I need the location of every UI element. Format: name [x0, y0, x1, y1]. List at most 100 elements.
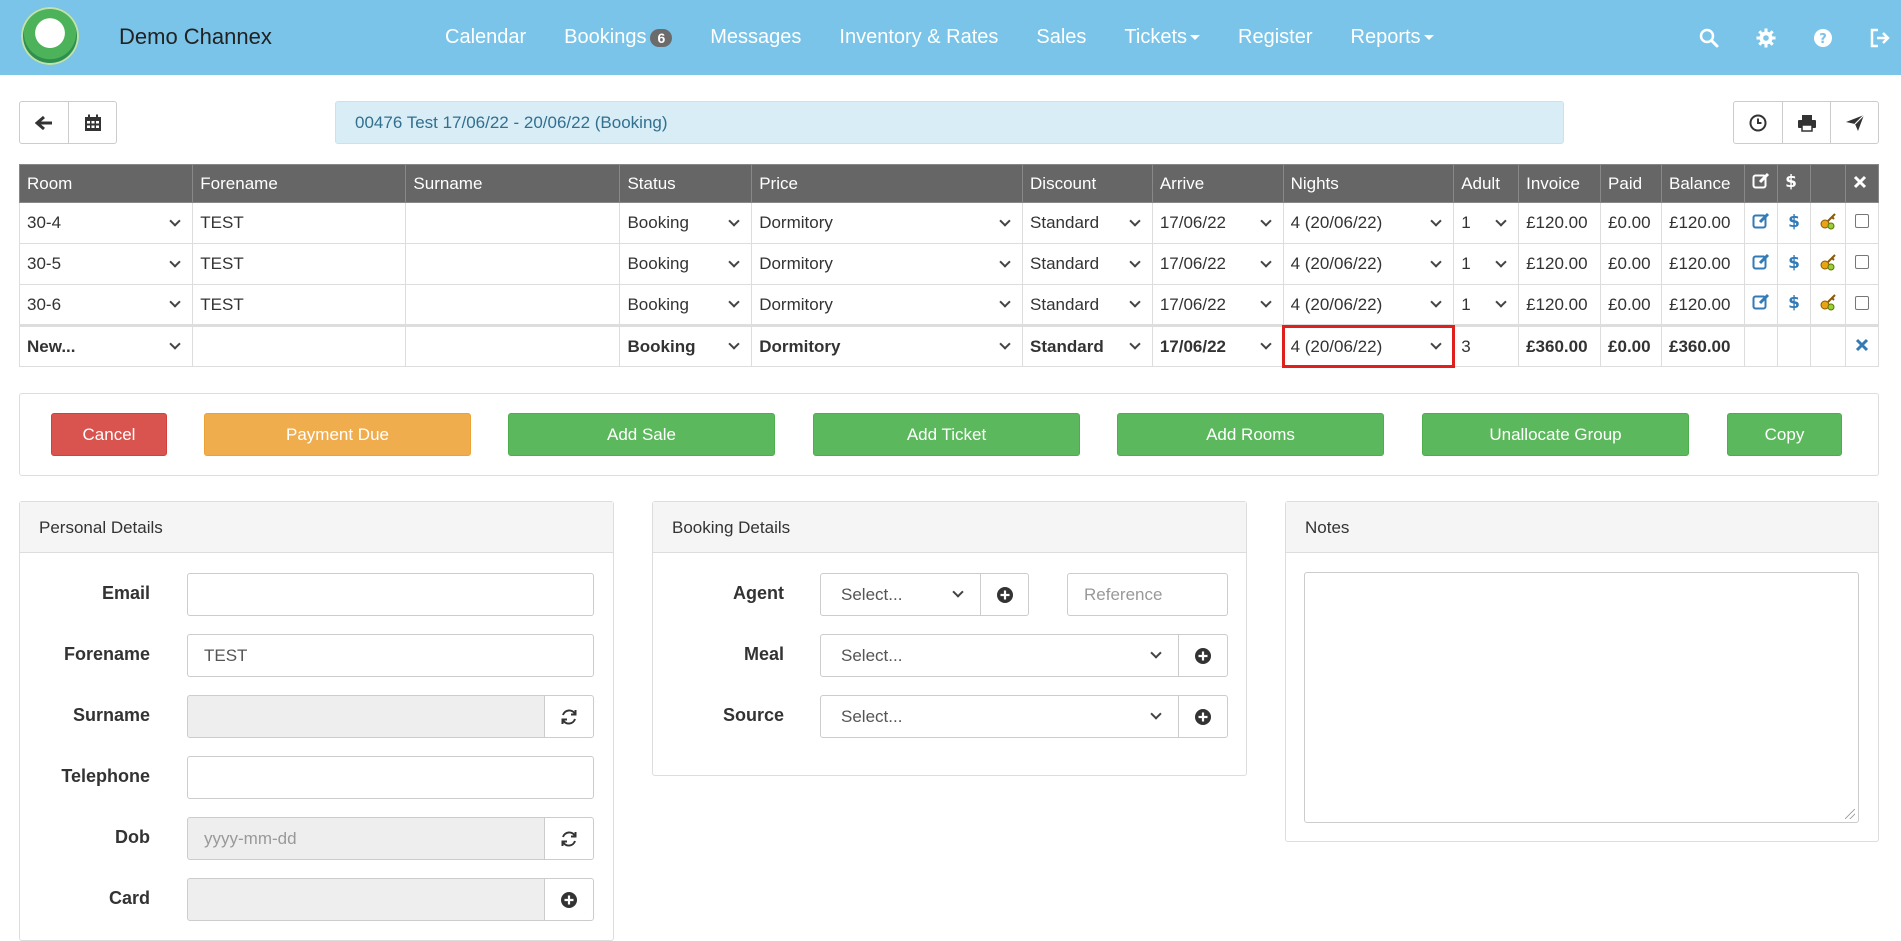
print-button[interactable]	[1782, 101, 1831, 144]
invoice-link[interactable]: £120.00	[1518, 202, 1602, 244]
new-arrive-select[interactable]: 17/06/22	[1151, 324, 1284, 367]
resize-handle-icon[interactable]	[1845, 809, 1855, 819]
new-discount-select[interactable]: Standard	[1022, 324, 1153, 367]
forename-cell[interactable]: TEST	[192, 284, 407, 326]
nights-select[interactable]: 4 (20/06/22)	[1282, 202, 1455, 244]
checkbox[interactable]	[1854, 255, 1869, 269]
checkbox[interactable]	[1854, 295, 1869, 310]
source-select[interactable]: Select...	[820, 695, 1179, 738]
forename-field[interactable]: TEST	[187, 634, 594, 677]
total-invoice-link[interactable]: £360.00	[1518, 324, 1602, 367]
add-source-button[interactable]	[1178, 695, 1228, 738]
send-button[interactable]	[1830, 101, 1879, 144]
surname-cell[interactable]	[405, 243, 621, 285]
add-rooms-button[interactable]: Add Rooms	[1117, 413, 1384, 456]
logout-icon[interactable]	[1851, 28, 1901, 48]
surname-cell[interactable]	[405, 202, 621, 244]
nav-register[interactable]: Register	[1238, 26, 1312, 49]
total-paid-link[interactable]: £0.00	[1600, 324, 1663, 367]
refresh-dob-button[interactable]	[544, 817, 594, 860]
add-meal-button[interactable]	[1178, 634, 1228, 677]
nights-select[interactable]: 4 (20/06/22)	[1282, 243, 1455, 285]
invoice-link[interactable]: £120.00	[1518, 284, 1602, 326]
room-select[interactable]: 30-6	[18, 284, 194, 326]
nav-tickets-dropdown[interactable]: Tickets	[1124, 26, 1201, 49]
price-select[interactable]: Dormitory	[751, 284, 1024, 326]
status-select[interactable]: Booking	[619, 284, 753, 326]
edit-row-button[interactable]	[1743, 202, 1778, 244]
status-select[interactable]: Booking	[619, 202, 753, 244]
col-delete[interactable]	[1844, 164, 1880, 203]
nav-messages[interactable]: Messages	[710, 26, 801, 49]
telephone-field[interactable]	[187, 756, 594, 799]
payment-button[interactable]: $	[1776, 243, 1811, 285]
search-icon[interactable]	[1680, 28, 1737, 48]
paid-link[interactable]: £0.00	[1600, 243, 1663, 285]
forename-cell[interactable]: TEST	[192, 243, 407, 285]
gear-icon[interactable]	[1737, 28, 1794, 48]
surname-field[interactable]	[187, 695, 545, 738]
nights-select[interactable]: 4 (20/06/22)	[1282, 284, 1455, 326]
reference-field[interactable]: Reference	[1067, 573, 1228, 616]
agent-select[interactable]: Select...	[820, 573, 981, 616]
delete-rows-button[interactable]	[1844, 324, 1880, 367]
discount-select[interactable]: Standard	[1022, 243, 1153, 285]
forename-cell[interactable]: TEST	[192, 202, 407, 244]
copy-button[interactable]: Copy	[1727, 413, 1842, 456]
nav-sales[interactable]: Sales	[1036, 26, 1086, 49]
meal-select[interactable]: Select...	[820, 634, 1179, 677]
new-status-select[interactable]: Booking	[619, 324, 753, 367]
add-ticket-button[interactable]: Add Ticket	[813, 413, 1080, 456]
invoice-link[interactable]: £120.00	[1518, 243, 1602, 285]
paid-link[interactable]: £0.00	[1600, 202, 1663, 244]
checkbox[interactable]	[1854, 214, 1869, 228]
payment-button[interactable]: $	[1776, 202, 1811, 244]
email-field[interactable]	[187, 573, 594, 616]
brand-logo[interactable]	[21, 7, 79, 65]
room-select[interactable]: 30-5	[18, 243, 194, 285]
card-field[interactable]	[187, 878, 545, 921]
new-room-select[interactable]: New...	[18, 324, 194, 367]
price-select[interactable]: Dormitory	[751, 243, 1024, 285]
adult-select[interactable]: 1	[1453, 284, 1520, 326]
keys-button[interactable]	[1809, 284, 1846, 326]
dob-field[interactable]: yyyy-mm-dd	[187, 817, 545, 860]
payment-button[interactable]: $	[1776, 284, 1811, 326]
add-card-button[interactable]	[544, 878, 594, 921]
discount-select[interactable]: Standard	[1022, 284, 1153, 326]
notes-textarea[interactable]	[1304, 572, 1859, 823]
unallocate-group-button[interactable]: Unallocate Group	[1422, 413, 1689, 456]
room-select[interactable]: 30-4	[18, 202, 194, 244]
payment-due-button[interactable]: Payment Due	[204, 413, 471, 456]
cancel-button[interactable]: Cancel	[51, 413, 167, 456]
paid-link[interactable]: £0.00	[1600, 284, 1663, 326]
nav-reports-dropdown[interactable]: Reports	[1351, 26, 1434, 49]
nav-inventory-rates[interactable]: Inventory & Rates	[839, 26, 998, 49]
nav-calendar[interactable]: Calendar	[445, 26, 526, 49]
price-select[interactable]: Dormitory	[751, 202, 1024, 244]
surname-cell[interactable]	[405, 284, 621, 326]
new-price-select[interactable]: Dormitory	[751, 324, 1024, 367]
add-sale-button[interactable]: Add Sale	[508, 413, 775, 456]
edit-row-button[interactable]	[1743, 284, 1778, 326]
edit-row-button[interactable]	[1743, 243, 1778, 285]
new-surname-cell[interactable]	[405, 324, 621, 367]
back-button[interactable]	[19, 101, 69, 144]
keys-button[interactable]	[1809, 243, 1846, 285]
refresh-surname-button[interactable]	[544, 695, 594, 738]
new-nights-select[interactable]: 4 (20/06/22)	[1282, 324, 1455, 368]
new-forename-cell[interactable]	[192, 324, 407, 367]
history-button[interactable]	[1733, 101, 1783, 144]
discount-select[interactable]: Standard	[1022, 202, 1153, 244]
adult-select[interactable]: 1	[1453, 243, 1520, 285]
keys-button[interactable]	[1809, 202, 1846, 244]
row-select-checkbox[interactable]	[1844, 284, 1880, 326]
arrive-select[interactable]: 17/06/22	[1151, 202, 1284, 244]
row-select-checkbox[interactable]	[1844, 202, 1880, 244]
help-icon[interactable]: ?	[1794, 28, 1851, 48]
calendar-button[interactable]	[68, 101, 117, 144]
add-agent-button[interactable]	[980, 573, 1029, 616]
arrive-select[interactable]: 17/06/22	[1151, 284, 1284, 326]
row-select-checkbox[interactable]	[1844, 243, 1880, 285]
nav-bookings[interactable]: Bookings 6	[564, 26, 673, 49]
